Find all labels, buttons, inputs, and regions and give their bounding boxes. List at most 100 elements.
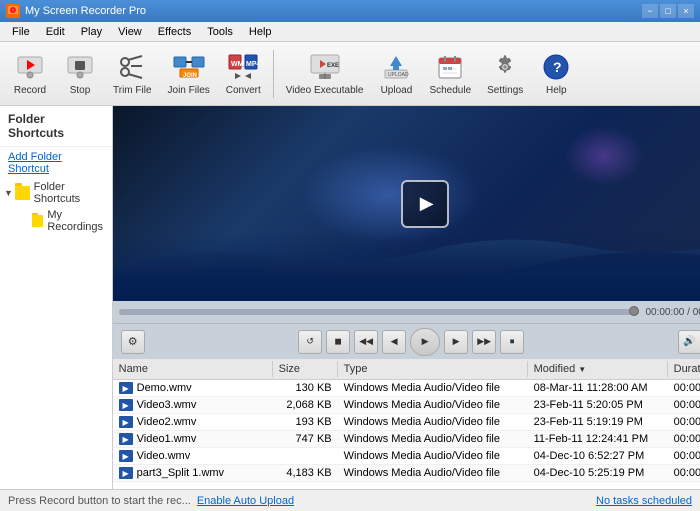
schedule-button[interactable]: Schedule (422, 47, 478, 101)
rewind-button[interactable]: ◼ (326, 330, 350, 354)
end-button[interactable]: ⏹ (500, 330, 524, 354)
menu-file[interactable]: File (4, 24, 38, 40)
col-header-modified[interactable]: Modified ▼ (528, 361, 668, 377)
auto-upload-link[interactable]: Enable Auto Upload (197, 495, 294, 507)
add-folder-shortcut-link[interactable]: Add Folder Shortcut (0, 147, 112, 179)
file-icon: ▶ (119, 399, 133, 411)
menu-edit[interactable]: Edit (38, 24, 73, 40)
volume-button[interactable]: 🔊 (678, 330, 700, 354)
file-size-cell: 2,068 KB (273, 398, 338, 412)
video-overlay (113, 231, 700, 301)
maximize-button[interactable]: □ (660, 4, 676, 18)
right-panel: 00:00:00 / 00:00:00 ⚙ ↺ ◼ ◀◀ ◀ ▶ ▶ ▶▶ ⏹ (113, 106, 700, 489)
file-modified-cell: 08-Mar-11 11:28:00 AM (528, 381, 668, 395)
sidebar-title: Folder Shortcuts (0, 106, 112, 147)
file-size-cell: 130 KB (273, 381, 338, 395)
tasks-scheduled-link[interactable]: No tasks scheduled (596, 495, 692, 507)
upload-button[interactable]: UPLOAD Upload (372, 47, 420, 101)
file-icon: ▶ (119, 450, 133, 462)
col-header-name[interactable]: Name (113, 361, 273, 377)
step-back-button[interactable]: ◀◀ (354, 330, 378, 354)
file-name-cell: ▶Demo.wmv (113, 381, 273, 395)
sidebar-item-folder-shortcuts[interactable]: ▼ Folder Shortcuts (0, 179, 112, 207)
player-settings-button[interactable]: ⚙ (121, 330, 145, 354)
menu-effects[interactable]: Effects (150, 24, 199, 40)
svg-text:JOIN: JOIN (183, 73, 197, 79)
schedule-icon (434, 52, 466, 83)
step-forward-button[interactable]: ▶▶ (472, 330, 496, 354)
sidebar: Folder Shortcuts Add Folder Shortcut ▼ F… (0, 106, 113, 489)
file-icon: ▶ (119, 467, 133, 479)
help-button[interactable]: ? Help (532, 47, 580, 101)
file-size-cell: 747 KB (273, 432, 338, 446)
fast-rewind-button[interactable]: ◀ (382, 330, 406, 354)
convert-button[interactable]: WMV → MP4 Convert (219, 47, 268, 101)
upload-label: Upload (381, 85, 413, 96)
file-name-cell: ▶Video3.wmv (113, 398, 273, 412)
schedule-label: Schedule (429, 85, 471, 96)
controls-bar: ⚙ ↺ ◼ ◀◀ ◀ ▶ ▶ ▶▶ ⏹ 🔊 ⛶ (113, 323, 700, 359)
close-button[interactable]: × (678, 4, 694, 18)
upload-icon: UPLOAD (380, 52, 412, 83)
table-row[interactable]: ▶Video2.wmv 193 KB Windows Media Audio/V… (113, 414, 700, 431)
minimize-button[interactable]: − (642, 4, 658, 18)
table-row[interactable]: ▶Video3.wmv 2,068 KB Windows Media Audio… (113, 397, 700, 414)
file-modified-cell: 04-Dec-10 6:52:27 PM (528, 449, 668, 463)
join-label: Join Files (168, 85, 210, 96)
status-message: Press Record button to start the rec... (8, 495, 191, 507)
file-size-cell: 193 KB (273, 415, 338, 429)
col-header-size[interactable]: Size (273, 361, 338, 377)
toolbar-separator-1 (273, 50, 274, 98)
table-row[interactable]: ▶Video.wmv Windows Media Audio/Video fil… (113, 448, 700, 465)
file-modified-cell: 04-Dec-10 5:25:19 PM (528, 466, 668, 480)
play-button[interactable]: ▶ (410, 328, 440, 356)
title-bar: My Screen Recorder Pro − □ × (0, 0, 700, 22)
table-row[interactable]: ▶part3_Split 1.wmv 4,183 KB Windows Medi… (113, 465, 700, 482)
fast-forward-button[interactable]: ▶ (444, 330, 468, 354)
col-header-type[interactable]: Type (338, 361, 528, 377)
help-icon: ? (540, 52, 572, 83)
record-button[interactable]: Record (6, 47, 54, 101)
menu-view[interactable]: View (110, 24, 150, 40)
trim-button[interactable]: Trim File (106, 47, 159, 101)
file-name-cell: ▶Video1.wmv (113, 432, 273, 446)
prev-frame-button[interactable]: ↺ (298, 330, 322, 354)
main-content: Folder Shortcuts Add Folder Shortcut ▼ F… (0, 106, 700, 489)
video-play-button[interactable] (401, 180, 449, 228)
join-files-button[interactable]: JOIN Join Files (161, 47, 217, 101)
file-type-cell: Windows Media Audio/Video file (338, 415, 528, 429)
video-executable-button[interactable]: EXE Video Executable (279, 47, 371, 101)
menu-help[interactable]: Help (241, 24, 280, 40)
sidebar-item-my-recordings[interactable]: My Recordings (0, 207, 112, 235)
folder-shortcuts-icon (15, 186, 30, 200)
svg-text:?: ? (553, 59, 562, 75)
video-preview (113, 106, 700, 301)
col-header-duration[interactable]: Duration (668, 361, 700, 377)
file-duration-cell: 00:00:11 (668, 381, 700, 395)
table-row[interactable]: ▶Demo.wmv 130 KB Windows Media Audio/Vid… (113, 380, 700, 397)
stop-icon (64, 52, 96, 83)
file-icon: ▶ (119, 433, 133, 445)
svg-text:EXE: EXE (327, 63, 339, 69)
seekbar-track[interactable] (119, 309, 640, 315)
seekbar-thumb[interactable] (629, 306, 639, 316)
file-type-cell: Windows Media Audio/Video file (338, 466, 528, 480)
menu-tools[interactable]: Tools (199, 24, 241, 40)
file-icon: ▶ (119, 382, 133, 394)
menu-play[interactable]: Play (73, 24, 110, 40)
file-type-cell: Windows Media Audio/Video file (338, 381, 528, 395)
file-name-cell: ▶Video.wmv (113, 449, 273, 463)
table-row[interactable]: ▶Video1.wmv 747 KB Windows Media Audio/V… (113, 431, 700, 448)
file-type-cell: Windows Media Audio/Video file (338, 432, 528, 446)
tree-expand-arrow: ▼ (4, 188, 15, 198)
svg-text:UPLOAD: UPLOAD (388, 72, 409, 78)
menu-bar: File Edit Play View Effects Tools Help (0, 22, 700, 42)
file-duration-cell: 00:00:22 (668, 398, 700, 412)
toolbar: Record Stop Trim File (0, 42, 700, 106)
file-duration-cell: 00:00:51 (668, 466, 700, 480)
stop-button[interactable]: Stop (56, 47, 104, 101)
seekbar-area: 00:00:00 / 00:00:00 (113, 301, 700, 323)
file-duration-cell: 00:00:08 (668, 432, 700, 446)
settings-button[interactable]: Settings (480, 47, 530, 101)
help-label: Help (546, 85, 567, 96)
